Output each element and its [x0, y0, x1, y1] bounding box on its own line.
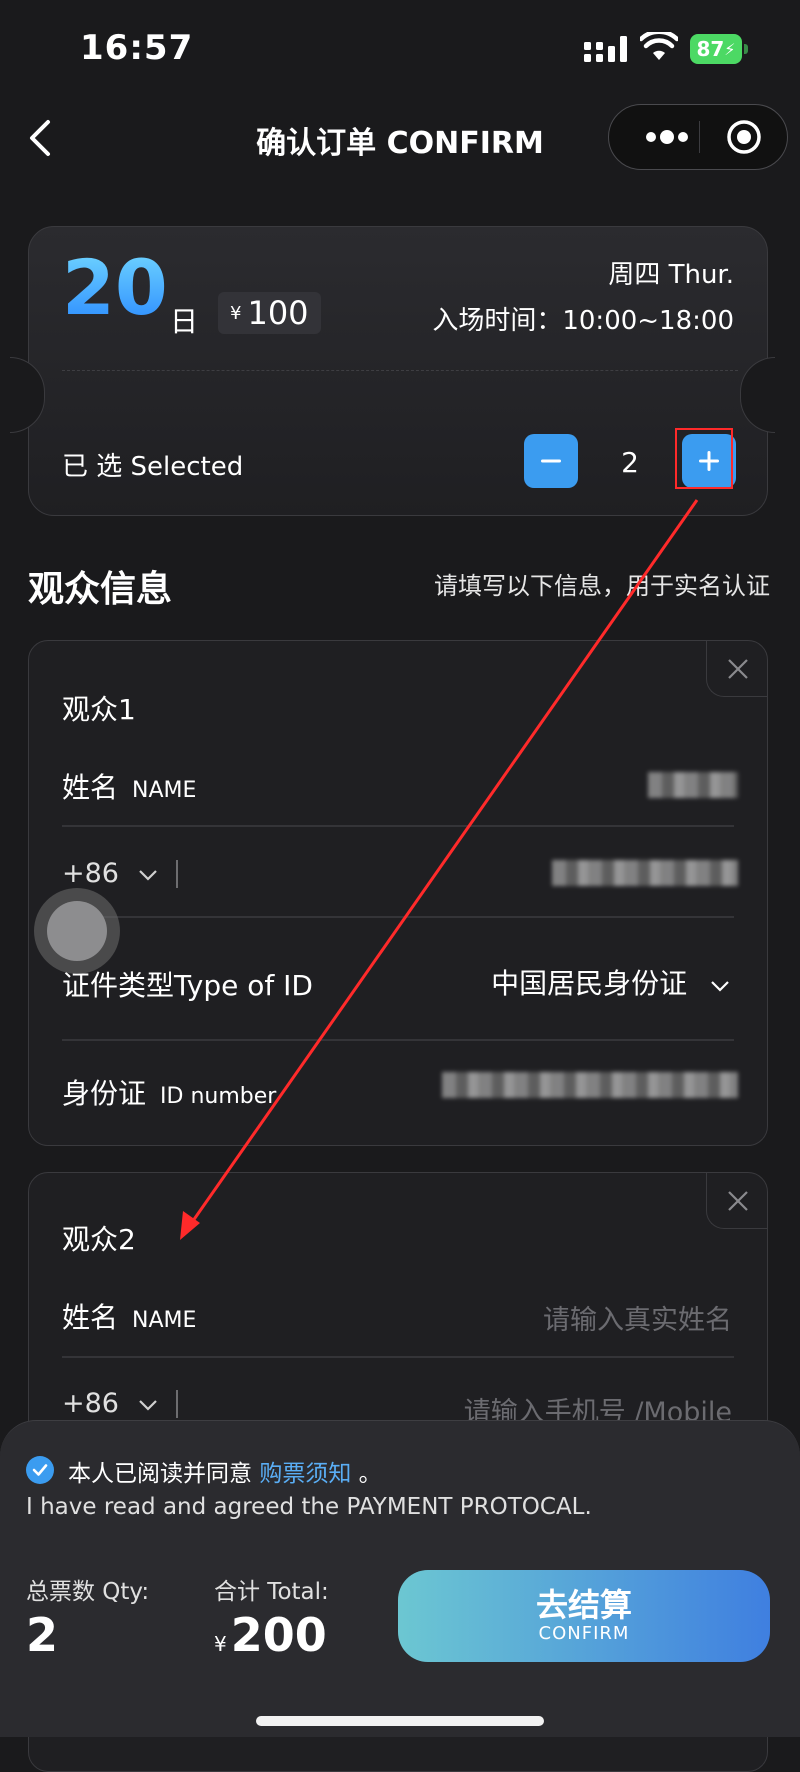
cellular-signal-icon [584, 36, 627, 62]
chevron-down-icon [711, 981, 729, 992]
price-value: 100 [247, 294, 309, 332]
agree-text-en: I have read and agreed the PAYMENT PROTO… [26, 1494, 592, 1520]
ticket-dashed-divider [62, 370, 738, 371]
wifi-icon [640, 32, 678, 60]
annotation-highlight-box [675, 428, 733, 489]
check-icon [32, 1464, 48, 1476]
audience-1-id-type-label: 证件类型Type of ID [62, 969, 313, 1002]
ticket-entry-time: 入场时间：10:00~18:00 [432, 306, 734, 336]
home-indicator[interactable] [256, 1716, 544, 1726]
audience-1-id-label: 身份证 ID number [62, 1072, 276, 1112]
quantity-value: 2 [621, 446, 639, 479]
selected-label: 已 选 Selected [62, 452, 244, 482]
country-code-separator [176, 860, 178, 888]
id-type-value: 中国居民身份证 [491, 967, 688, 1000]
audience-card-1 [28, 640, 768, 1146]
more-dots-icon[interactable] [637, 123, 697, 151]
audience-1-title: 观众1 [62, 693, 136, 726]
audience-1-mobile-input[interactable] [552, 860, 738, 886]
field-divider [62, 1356, 734, 1358]
name-label-zh: 姓名 [62, 1301, 119, 1334]
checkout-confirm-button[interactable]: 去结算 CONFIRM [398, 1570, 770, 1662]
chevron-down-icon [138, 870, 157, 881]
country-code-value: +86 [62, 858, 119, 889]
agree-text: 本人已阅读并同意 购票须知 。 [68, 1454, 382, 1488]
remove-audience-1-button[interactable] [706, 641, 768, 697]
total-price-label: 合计 Total: [214, 1579, 329, 1605]
agree-text-main: 本人已阅读并同意 [68, 1461, 252, 1487]
capsule-divider [699, 121, 700, 153]
audience-section-title: 观众信息 [28, 569, 173, 610]
agree-text-end: 。 [358, 1461, 382, 1487]
ticket-day: 20 [62, 243, 168, 332]
country-code-separator [176, 1390, 178, 1418]
total-qty-value: 2 [26, 1608, 59, 1662]
ticket-notice-link[interactable]: 购票须知 [259, 1461, 351, 1487]
close-program-icon[interactable] [725, 118, 763, 156]
audience-section-hint: 请填写以下信息，用于实名认证 [434, 572, 770, 600]
audience-1-id-type-select[interactable]: 中国居民身份证 [491, 962, 730, 1002]
battery-tip [744, 44, 748, 54]
audience-2-name-input[interactable]: 请输入真实姓名 [543, 1298, 732, 1337]
remove-audience-2-button[interactable] [706, 1173, 768, 1229]
close-icon [727, 1190, 748, 1211]
audience-2-country-code-select[interactable]: +86 [62, 1388, 158, 1419]
ticket-price-tag: ¥ 100 [218, 292, 321, 334]
ticket-weekday: 周四 Thur. [608, 260, 734, 290]
field-divider [62, 1039, 734, 1041]
field-divider [62, 916, 734, 918]
decrease-quantity-button[interactable] [524, 434, 578, 488]
battery-level: 87 [696, 37, 725, 61]
name-label-en: NAME [132, 1308, 197, 1333]
audience-1-name-input[interactable] [648, 772, 738, 798]
total-price-value: 200 [230, 1608, 327, 1662]
battery-icon: 87 ⚡ [690, 34, 742, 64]
mini-program-capsule [608, 104, 788, 170]
chevron-down-icon [138, 1400, 157, 1411]
total-qty-label: 总票数 Qty: [26, 1579, 150, 1605]
country-code-value: +86 [62, 1388, 119, 1419]
name-label-en: NAME [132, 778, 197, 803]
id-label-en: ID number [160, 1084, 277, 1109]
agree-checkbox[interactable] [26, 1456, 54, 1484]
total-currency: ¥ [214, 1632, 227, 1656]
field-divider [62, 825, 734, 827]
price-currency: ¥ [230, 302, 242, 324]
charging-icon: ⚡ [724, 39, 736, 59]
audience-1-id-input[interactable] [442, 1072, 738, 1098]
audience-2-name-label: 姓名 NAME [62, 1296, 196, 1336]
ticket-day-unit: 日 [170, 305, 199, 338]
close-icon [727, 658, 748, 679]
name-label-zh: 姓名 [62, 771, 119, 804]
audience-1-country-code-select[interactable]: +86 [62, 858, 158, 889]
confirm-label-en: CONFIRM [538, 1623, 630, 1645]
id-label-zh: 身份证 [62, 1077, 147, 1110]
total-price: ¥200 [214, 1608, 327, 1662]
audience-1-name-label: 姓名 NAME [62, 766, 196, 806]
minus-icon [541, 459, 561, 463]
assistive-touch-inner [47, 901, 107, 961]
audience-2-title: 观众2 [62, 1223, 136, 1256]
status-time: 16:57 [80, 28, 194, 68]
confirm-label-zh: 去结算 [535, 1585, 632, 1624]
